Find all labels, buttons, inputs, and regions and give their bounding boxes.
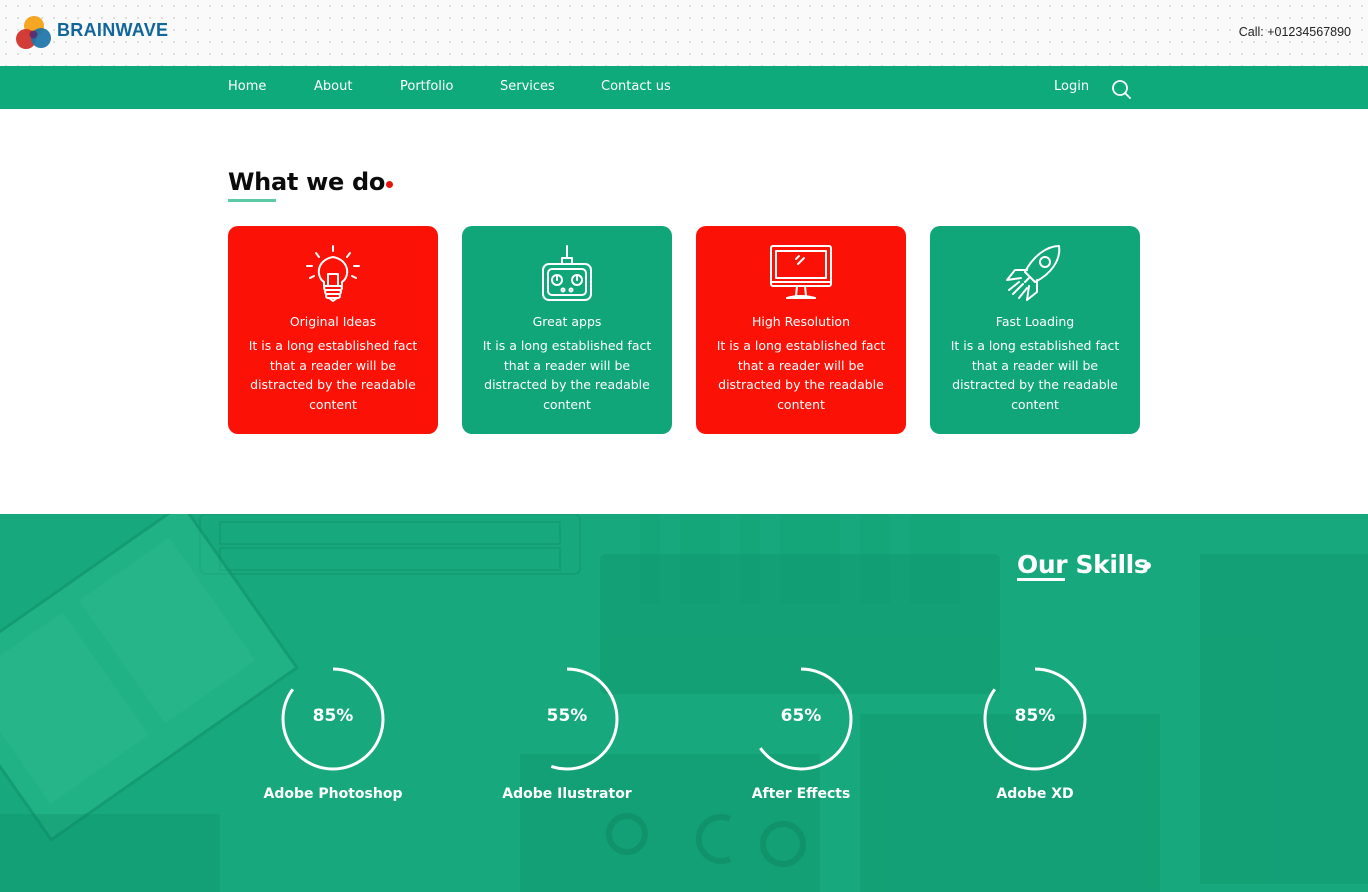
- skill-percent: 65%: [780, 706, 822, 726]
- card-title: Fast Loading: [995, 314, 1075, 329]
- what-we-do-title: What we do: [228, 168, 386, 196]
- card-title: Original Ideas: [289, 314, 377, 329]
- desk-background-image: [0, 514, 1368, 892]
- lightbulb-icon: [306, 245, 360, 302]
- main-nav: Home About Portfolio Services Contact us…: [0, 66, 1368, 109]
- service-card-great-apps[interactable]: Great apps It is a long established fact…: [462, 226, 672, 434]
- title-underline: [1017, 578, 1065, 581]
- top-header: BRAINWAVE Call: +01234567890: [0, 0, 1368, 66]
- skill-name: After Effects: [751, 786, 851, 802]
- service-card-fast-loading[interactable]: Fast Loading It is a long established fa…: [930, 226, 1140, 434]
- brand-name[interactable]: BRAINWAVE: [57, 20, 168, 41]
- skill-percent: 85%: [312, 706, 354, 726]
- nav-home[interactable]: Home: [228, 79, 266, 94]
- remote-control-icon: [542, 245, 592, 301]
- card-description: It is a long established fact that a rea…: [716, 338, 886, 412]
- card-description: It is a long established fact that a rea…: [950, 338, 1120, 412]
- skills-section: Our Skills 85% Adobe Photoshop 55% Adobe…: [0, 514, 1368, 892]
- nav-portfolio[interactable]: Portfolio: [400, 79, 453, 94]
- service-card-original-ideas[interactable]: Original Ideas It is a long established …: [228, 226, 438, 434]
- skill-name: Adobe Ilustrator: [502, 786, 632, 802]
- card-title: High Resolution: [751, 314, 851, 329]
- skill-percent: 85%: [1014, 706, 1056, 726]
- skill-name: Adobe XD: [996, 786, 1074, 802]
- search-icon[interactable]: [1110, 78, 1132, 100]
- nav-contact[interactable]: Contact us: [601, 79, 671, 94]
- card-title: Great apps: [532, 314, 602, 329]
- service-card-high-resolution[interactable]: High Resolution It is a long established…: [696, 226, 906, 434]
- skill-percent: 55%: [546, 706, 588, 726]
- title-dot: [386, 181, 393, 188]
- nav-about[interactable]: About: [314, 79, 352, 94]
- title-dot: [1144, 562, 1151, 569]
- skill-ring-adobe-xd: 85%: [980, 664, 1090, 774]
- skills-title: Our Skills: [1017, 550, 1149, 579]
- skill-ring-illustrator: 55%: [512, 664, 622, 774]
- monitor-icon: [770, 245, 832, 299]
- brainwave-logo-icon[interactable]: [15, 15, 53, 51]
- skill-ring-after-effects: 65%: [746, 664, 856, 774]
- card-description: It is a long established fact that a rea…: [482, 338, 652, 412]
- phone-number: Call: +01234567890: [1238, 25, 1351, 39]
- login-link[interactable]: Login: [1054, 79, 1089, 94]
- rocket-icon: [1006, 245, 1061, 301]
- skill-name: Adobe Photoshop: [263, 786, 403, 802]
- skill-ring-photoshop: 85%: [278, 664, 388, 774]
- card-description: It is a long established fact that a rea…: [248, 338, 418, 412]
- nav-services[interactable]: Services: [500, 79, 555, 94]
- title-underline: [228, 199, 276, 202]
